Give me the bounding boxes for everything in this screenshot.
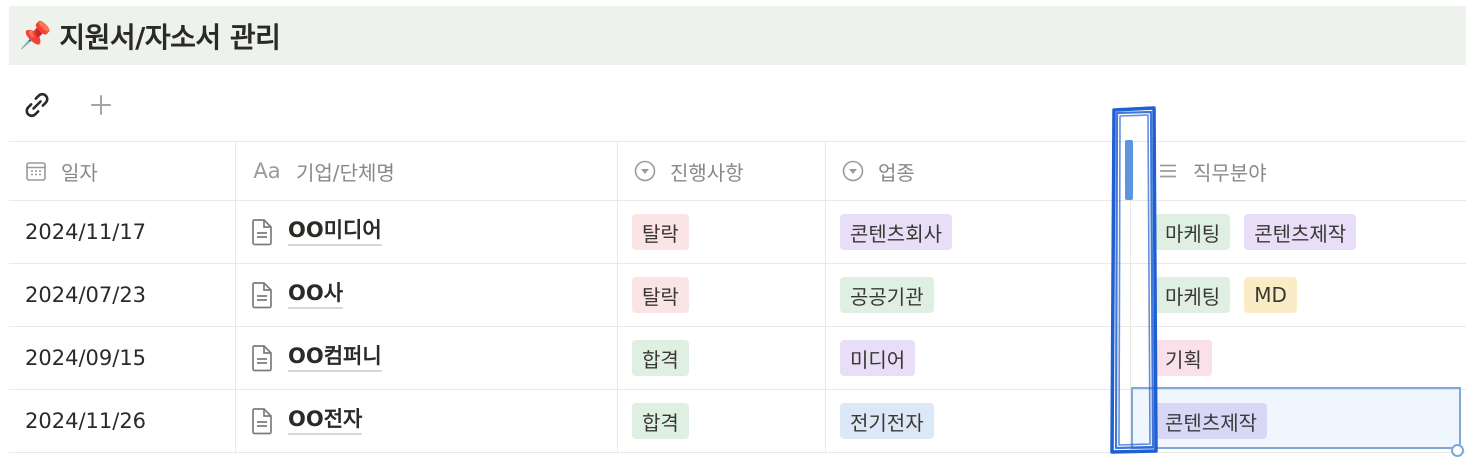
- database-table: 일자 Aa 기업/단체명 진행사항 업종 직무분야 2024/11/17 OO미…: [9, 141, 1466, 453]
- column-label: 업종: [878, 160, 915, 185]
- column-label: 기업/단체명: [296, 160, 395, 185]
- table-row[interactable]: 2024/09/15 OO컴퍼니 합격 미디어 기획: [9, 327, 1466, 390]
- pushpin-icon: 📌: [19, 20, 52, 51]
- job-field-cell[interactable]: 마케팅 MD: [1131, 264, 1466, 326]
- industry-cell[interactable]: 전기전자: [826, 390, 1131, 452]
- status-cell[interactable]: 합격: [618, 390, 826, 452]
- plus-icon[interactable]: [86, 90, 116, 120]
- table-header-row: 일자 Aa 기업/단체명 진행사항 업종 직무분야: [9, 141, 1466, 201]
- company-cell[interactable]: OO컴퍼니: [236, 327, 618, 389]
- job-tag: MD: [1244, 277, 1297, 313]
- status-tag: 합격: [632, 340, 689, 376]
- column-header-status[interactable]: 진행사항: [618, 142, 826, 200]
- page-icon: [250, 218, 276, 246]
- status-cell[interactable]: 탈락: [618, 264, 826, 326]
- page-icon: [250, 407, 276, 435]
- industry-cell[interactable]: 콘텐츠회사: [826, 201, 1131, 263]
- industry-tag: 미디어: [840, 340, 916, 376]
- date-value: 2024/11/26: [25, 409, 147, 433]
- company-name-link[interactable]: OO컴퍼니: [288, 344, 382, 372]
- paperclip-icon[interactable]: [22, 90, 52, 120]
- job-field-cell[interactable]: 기획: [1131, 327, 1466, 389]
- industry-cell[interactable]: 공공기관: [826, 264, 1131, 326]
- page-header: 📌 지원서/자소서 관리: [9, 6, 1466, 65]
- table-row[interactable]: 2024/07/23 OO사 탈락 공공기관 마케팅 MD: [9, 264, 1466, 327]
- job-tag: 기획: [1155, 340, 1212, 376]
- date-value: 2024/11/17: [25, 220, 147, 244]
- column-label: 직무분야: [1193, 160, 1267, 185]
- view-toolbar: [22, 86, 116, 124]
- text-property-icon: Aa: [253, 159, 281, 183]
- industry-tag: 공공기관: [840, 277, 934, 313]
- date-cell[interactable]: 2024/11/17: [9, 201, 236, 263]
- status-cell[interactable]: 합격: [618, 327, 826, 389]
- page-title[interactable]: 지원서/자소서 관리: [59, 16, 281, 56]
- column-drag-handle[interactable]: [1125, 140, 1133, 200]
- list-icon: [1155, 158, 1181, 184]
- column-header-company[interactable]: Aa 기업/단체명: [236, 142, 618, 200]
- date-value: 2024/09/15: [25, 346, 147, 370]
- date-cell[interactable]: 2024/11/26: [9, 390, 236, 452]
- page-icon: [250, 281, 276, 309]
- job-tag: 마케팅: [1155, 277, 1231, 313]
- page-icon: [250, 344, 276, 372]
- job-tag: 콘텐츠제작: [1244, 214, 1357, 250]
- status-tag: 탈락: [632, 277, 689, 313]
- company-name-link[interactable]: OO미디어: [288, 218, 382, 246]
- status-tag: 합격: [632, 403, 689, 439]
- job-field-cell[interactable]: 마케팅 콘텐츠제작: [1131, 201, 1466, 263]
- company-cell[interactable]: OO전자: [236, 390, 618, 452]
- industry-cell[interactable]: 미디어: [826, 327, 1131, 389]
- job-tag: 마케팅: [1155, 214, 1231, 250]
- industry-tag: 전기전자: [840, 403, 934, 439]
- table-row[interactable]: 2024/11/17 OO미디어 탈락 콘텐츠회사 마케팅 콘텐츠제작: [9, 201, 1466, 264]
- column-header-job-field[interactable]: 직무분야: [1131, 142, 1466, 200]
- date-value: 2024/07/23: [25, 283, 147, 307]
- column-label: 일자: [61, 160, 98, 185]
- industry-tag: 콘텐츠회사: [840, 214, 952, 250]
- company-name-link[interactable]: OO전자: [288, 407, 363, 435]
- select-icon: [840, 158, 866, 184]
- company-name-link[interactable]: OO사: [288, 281, 344, 309]
- select-icon: [632, 158, 658, 184]
- column-header-industry[interactable]: 업종: [826, 142, 1131, 200]
- date-cell[interactable]: 2024/07/23: [9, 264, 236, 326]
- job-field-cell[interactable]: 콘텐츠제작: [1131, 390, 1466, 452]
- column-header-date[interactable]: 일자: [9, 142, 236, 200]
- column-label: 진행사항: [670, 160, 744, 185]
- company-cell[interactable]: OO미디어: [236, 201, 618, 263]
- calendar-icon: [23, 158, 49, 184]
- company-cell[interactable]: OO사: [236, 264, 618, 326]
- cell-fill-handle[interactable]: [1451, 444, 1464, 457]
- date-cell[interactable]: 2024/09/15: [9, 327, 236, 389]
- status-tag: 탈락: [632, 214, 689, 250]
- table-row[interactable]: 2024/11/26 OO전자 합격 전기전자 콘텐츠제작: [9, 390, 1466, 453]
- status-cell[interactable]: 탈락: [618, 201, 826, 263]
- job-tag: 콘텐츠제작: [1155, 403, 1267, 439]
